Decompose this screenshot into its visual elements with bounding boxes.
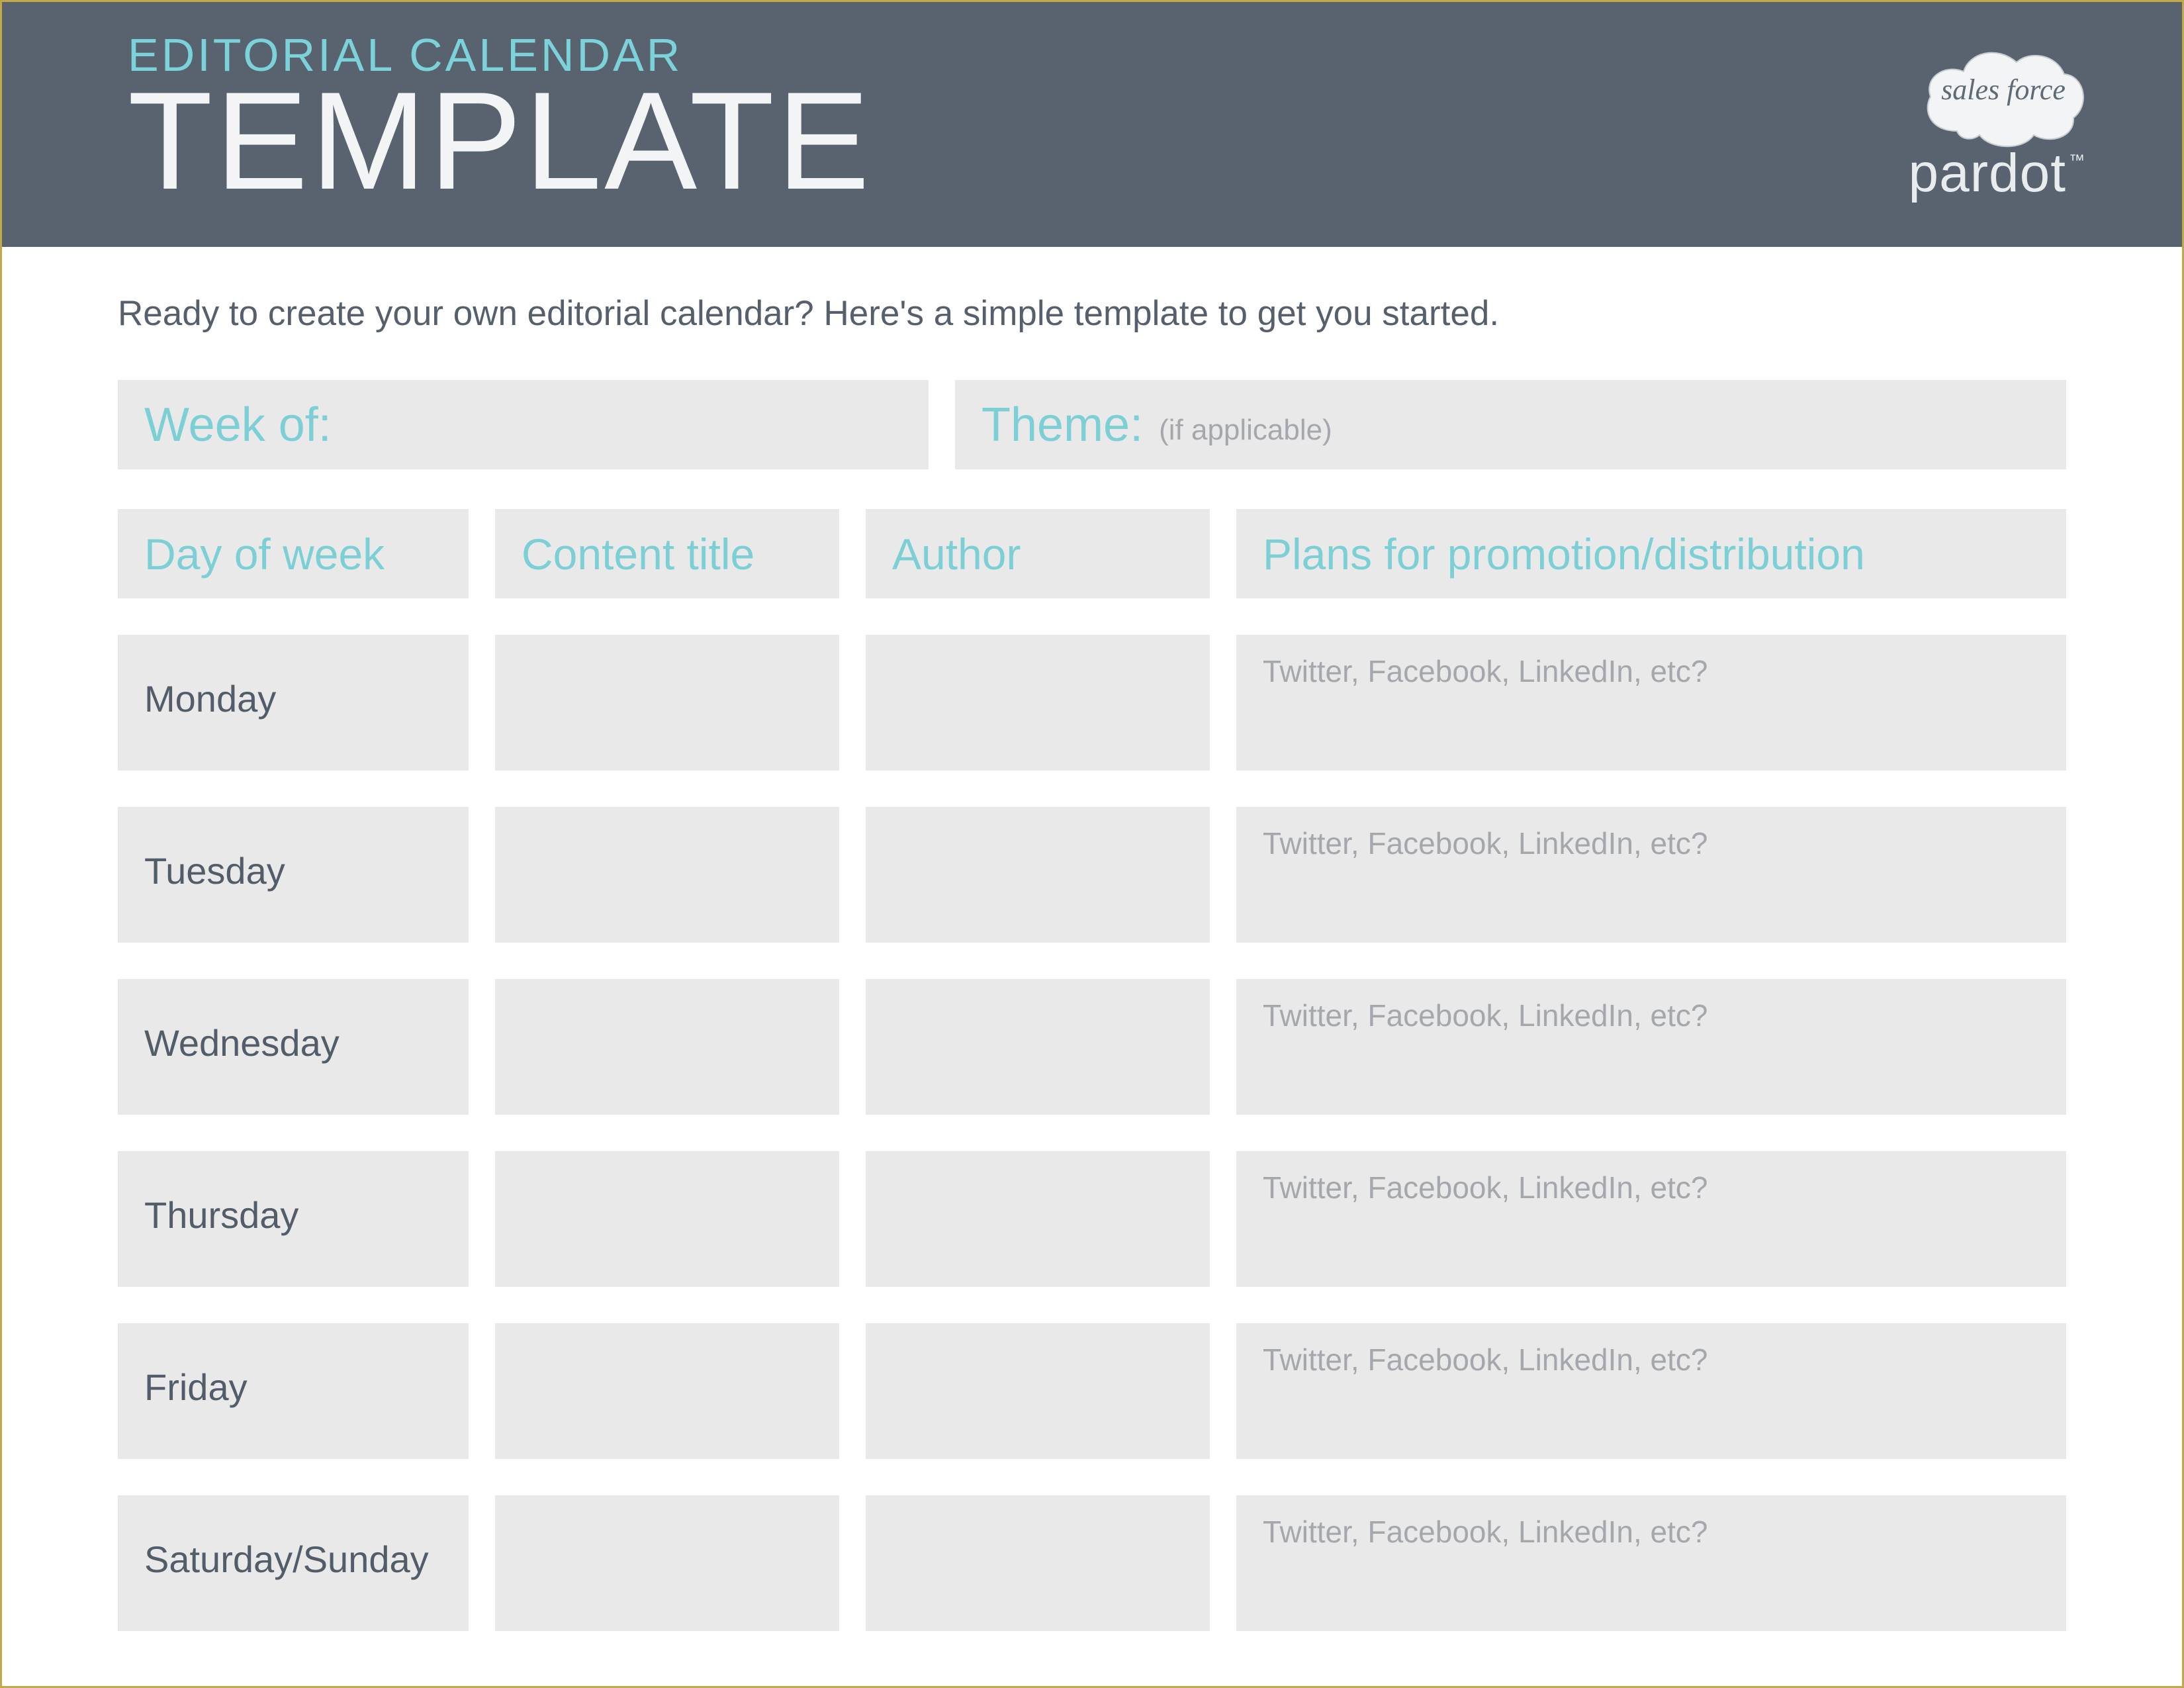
plans-cell[interactable]: Twitter, Facebook, LinkedIn, etc? <box>1236 1151 2066 1287</box>
header-band: EDITORIAL CALENDAR TEMPLATE sales force … <box>2 2 2182 247</box>
week-of-field[interactable]: Week of: <box>118 380 929 469</box>
plans-cell[interactable]: Twitter, Facebook, LinkedIn, etc? <box>1236 807 2066 943</box>
column-header-title: Content title <box>495 509 839 598</box>
page: EDITORIAL CALENDAR TEMPLATE sales force … <box>0 0 2184 1688</box>
plans-cell[interactable]: Twitter, Facebook, LinkedIn, etc? <box>1236 635 2066 771</box>
author-cell[interactable] <box>866 1151 1210 1287</box>
cloud-icon: sales force <box>1917 38 2089 148</box>
day-cell: Wednesday <box>118 979 469 1115</box>
logo-pardot-label: pardot <box>1908 143 2066 203</box>
day-cell: Tuesday <box>118 807 469 943</box>
author-cell[interactable] <box>866 1495 1210 1631</box>
calendar-grid: Day of week Monday Tuesday Wednesday Thu… <box>118 509 2066 1631</box>
trademark-symbol: ™ <box>2069 152 2085 169</box>
plans-cell[interactable]: Twitter, Facebook, LinkedIn, etc? <box>1236 1495 2066 1631</box>
body: Ready to create your own editorial calen… <box>2 247 2182 1631</box>
author-cell[interactable] <box>866 635 1210 771</box>
day-cell: Thursday <box>118 1151 469 1287</box>
day-cell: Monday <box>118 635 469 771</box>
content-title-cell[interactable] <box>495 1495 839 1631</box>
column-plans: Plans for promotion/distribution Twitter… <box>1236 509 2066 1631</box>
content-title-cell[interactable] <box>495 635 839 771</box>
author-cell[interactable] <box>866 807 1210 943</box>
plans-cell[interactable]: Twitter, Facebook, LinkedIn, etc? <box>1236 1323 2066 1459</box>
theme-field[interactable]: Theme: (if applicable) <box>955 380 2066 469</box>
day-cell: Friday <box>118 1323 469 1459</box>
meta-row: Week of: Theme: (if applicable) <box>118 380 2066 469</box>
column-content-title: Content title <box>495 509 839 1631</box>
content-title-cell[interactable] <box>495 1323 839 1459</box>
theme-label: Theme: <box>981 398 1143 452</box>
content-title-cell[interactable] <box>495 807 839 943</box>
content-title-cell[interactable] <box>495 1151 839 1287</box>
day-cell: Saturday/Sunday <box>118 1495 469 1631</box>
column-header-day: Day of week <box>118 509 469 598</box>
column-header-author: Author <box>866 509 1210 598</box>
svg-text:sales force: sales force <box>1941 73 2066 106</box>
author-cell[interactable] <box>866 979 1210 1115</box>
week-of-label: Week of: <box>144 398 332 452</box>
logo: sales force pardot™ <box>1805 38 2089 205</box>
intro-text: Ready to create your own editorial calen… <box>118 293 2066 334</box>
content-title-cell[interactable] <box>495 979 839 1115</box>
plans-cell[interactable]: Twitter, Facebook, LinkedIn, etc? <box>1236 979 2066 1115</box>
column-day: Day of week Monday Tuesday Wednesday Thu… <box>118 509 469 1631</box>
author-cell[interactable] <box>866 1323 1210 1459</box>
theme-hint: (if applicable) <box>1159 414 1332 447</box>
column-author: Author <box>866 509 1210 1631</box>
logo-brand-text: pardot™ <box>1805 142 2089 205</box>
column-header-plans: Plans for promotion/distribution <box>1236 509 2066 598</box>
